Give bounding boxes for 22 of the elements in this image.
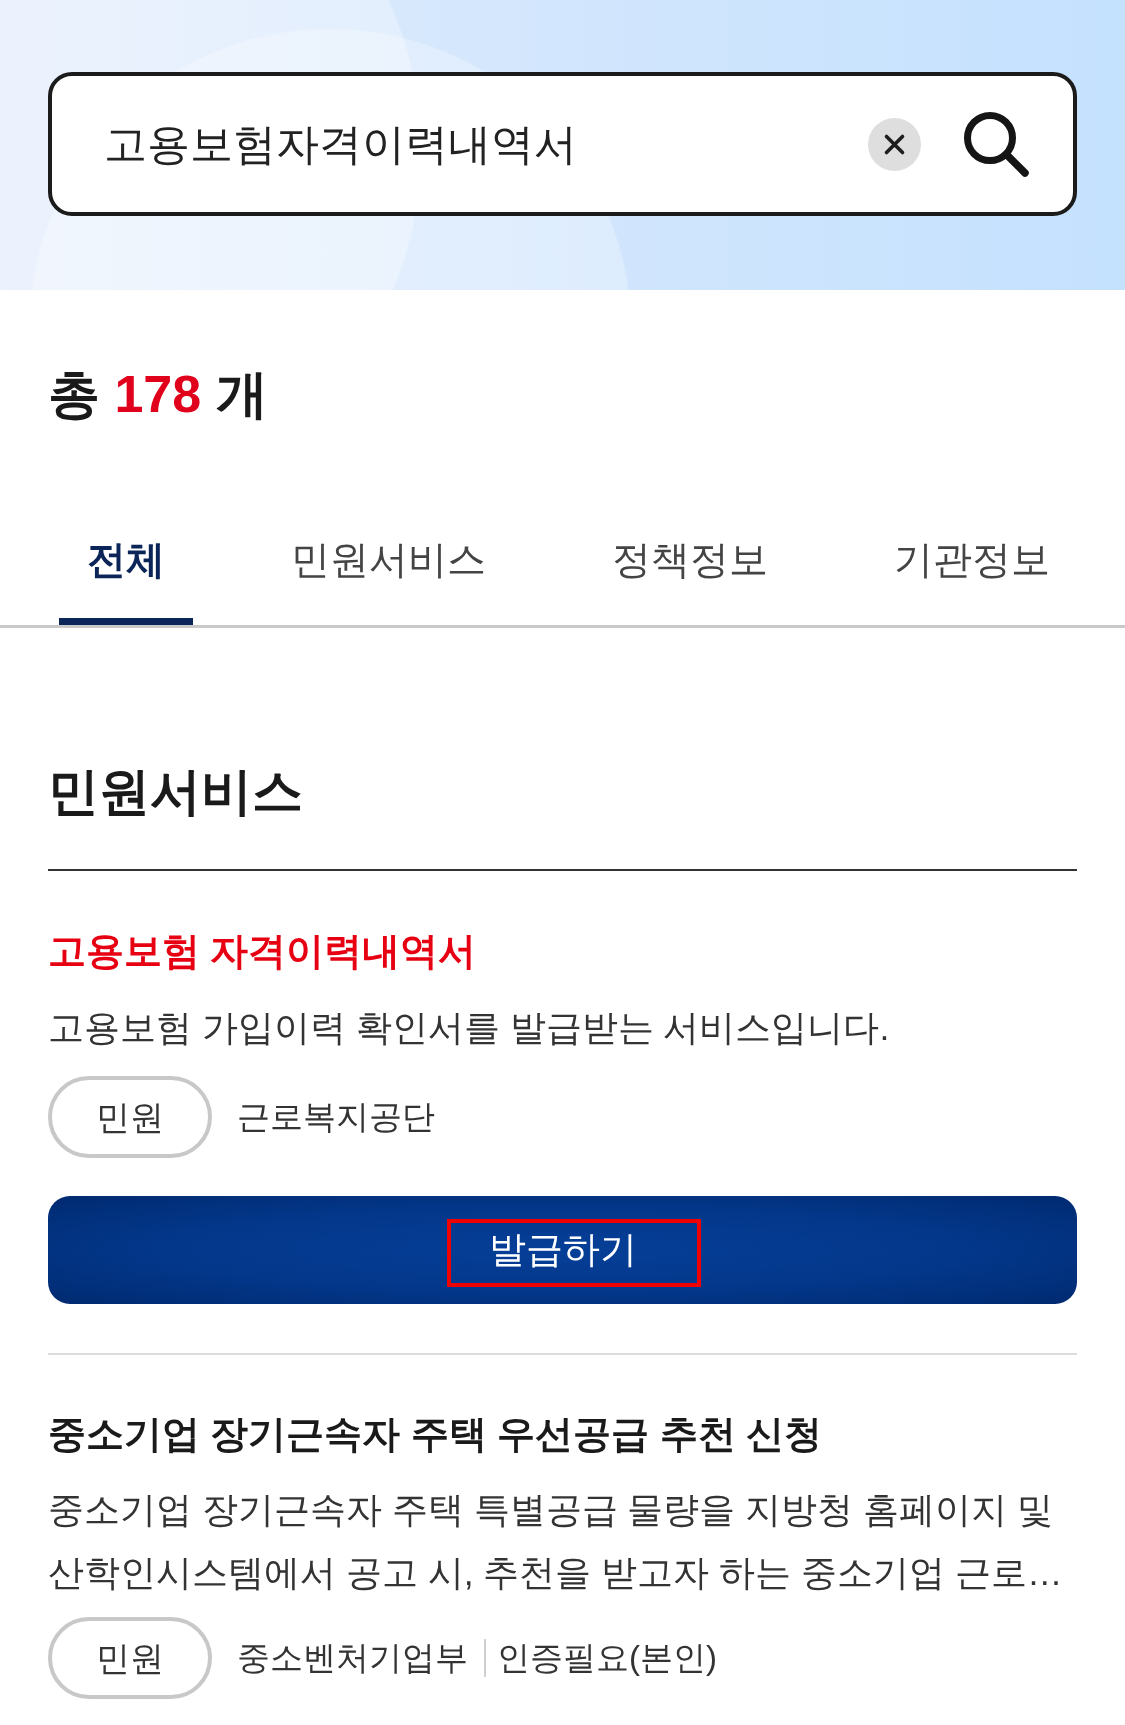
category-tag: 민원 bbox=[48, 1076, 212, 1158]
agency-label: 근로복지공단 bbox=[237, 1097, 435, 1137]
category-tab[interactable]: 민원서비스 bbox=[263, 535, 514, 625]
service-title-link[interactable]: 고용보험 자격이력내역서 bbox=[48, 926, 477, 976]
search-bar[interactable]: 고용보험자격이력내역서 bbox=[48, 72, 1077, 216]
result-count: 178 bbox=[114, 365, 202, 423]
search-icon[interactable] bbox=[963, 111, 1029, 177]
category-tab[interactable]: 전체 bbox=[59, 535, 193, 625]
auth-requirement-label: 인증필요(본인) bbox=[484, 1639, 717, 1677]
agency-label: 중소벤처기업부 bbox=[237, 1638, 468, 1678]
service-title-link[interactable]: 중소기업 장기근속자 주택 우선공급 추천 신청 bbox=[48, 1409, 823, 1459]
category-tag: 민원 bbox=[48, 1617, 212, 1699]
total-label: 총 bbox=[48, 365, 100, 423]
service-description: 고용보험 가입이력 확인서를 발급받는 서비스입니다. bbox=[48, 1007, 891, 1050]
clear-icon[interactable] bbox=[868, 117, 921, 171]
category-tab[interactable]: 정책정보 bbox=[584, 535, 796, 625]
section-heading: 민원서비스 bbox=[48, 762, 304, 822]
service-description: 중소기업 장기근속자 주택 특별공급 물량을 지방청 홈페이지 및 산학인시스템에서 공고 시, 추천을 받고자 하는 중소기업 근로… bbox=[48, 1489, 1064, 1595]
count-unit: 개 bbox=[215, 365, 268, 423]
category-tab[interactable]: 기관정보 bbox=[866, 535, 1078, 625]
search-field[interactable]: 고용보험자격이력내역서 bbox=[104, 111, 868, 177]
issue-button[interactable]: 발급하기 bbox=[48, 1196, 1077, 1304]
